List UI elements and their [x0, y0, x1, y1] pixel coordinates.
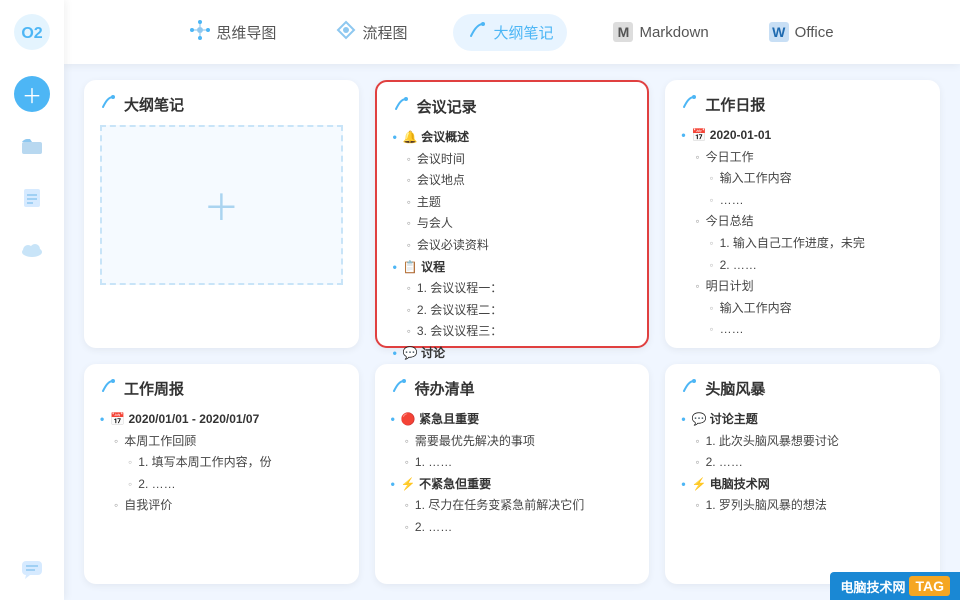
outline-item: 会议时间 — [393, 149, 632, 171]
nav-mindmap-label: 思维导图 — [216, 22, 276, 43]
card-outline-brainstorm: 💬 讨论主题1. 此次头脑风暴想要讨论2. ……⚡ 电脑技术网1. 罗列头脑风暴… — [681, 409, 924, 517]
office-icon: W — [769, 22, 789, 42]
card-icon-meeting — [393, 96, 409, 117]
card-icon-new-note — [100, 94, 116, 115]
outline-item: 1. 尽力在任务变紧急前解决它们 — [391, 495, 634, 517]
flowchart-icon — [336, 20, 356, 45]
outline-item: 明日计划 — [681, 276, 924, 298]
card-title-new-note: 大纲笔记 — [124, 94, 184, 115]
card-outline-todo: 🔴 紧急且重要需要最优先解决的事项1. ……⚡ 不紧急但重要1. 尽力在任务变紧… — [391, 409, 634, 539]
outline-item: 自我评价 — [100, 495, 343, 517]
outline-item: 🔴 紧急且重要 — [391, 409, 634, 431]
card-title-work-diary: 工作日报 — [705, 94, 765, 115]
outline-item: 🔔 会议概述 — [393, 127, 632, 149]
outline-item: 会议必读资料 — [393, 235, 632, 257]
outline-item: 1. 填写本周工作内容，份 — [100, 452, 343, 474]
outline-item: 今日工作 — [681, 147, 924, 169]
card-outline-work-diary: 📅 2020-01-01今日工作输入工作内容……今日总结1. 输入自己工作进度，… — [681, 125, 924, 341]
svg-text:O2: O2 — [21, 25, 42, 42]
document-button[interactable] — [14, 180, 50, 216]
outline-item: 📅 2020-01-01 — [681, 125, 924, 147]
app-logo[interactable]: O2 — [12, 12, 52, 52]
card-title-work-weekly: 工作周报 — [124, 378, 184, 399]
card-work-diary[interactable]: 工作日报📅 2020-01-01今日工作输入工作内容……今日总结1. 输入自己工… — [665, 80, 940, 348]
card-work-weekly[interactable]: 工作周报 📅 2020/01/01 - 2020/01/07本周工作回顾1. 填写… — [84, 364, 359, 584]
nav-markdown[interactable]: M Markdown — [599, 16, 722, 48]
outline-item: 3. 会议议程三： — [393, 321, 632, 343]
outline-item: 今日总结 — [681, 211, 924, 233]
outline-item: 1. 此次头脑风暴想要讨论 — [681, 431, 924, 453]
outline-item: 输入工作内容 — [681, 298, 924, 320]
watermark: 电脑技术网 TAG — [830, 572, 960, 600]
card-header-todo: 待办清单 — [391, 378, 634, 399]
outline-item: 1. 罗列头脑风暴的想法 — [681, 495, 924, 517]
card-brainstorm[interactable]: 头脑风暴 💬 讨论主题1. 此次头脑风暴想要讨论2. ……⚡ 电脑技术网1. 罗列… — [665, 364, 940, 584]
outline-item: ⚡ 不紧急但重要 — [391, 474, 634, 496]
outline-item: 2. …… — [681, 452, 924, 474]
mindmap-icon — [190, 20, 210, 45]
card-header-work-weekly: 工作周报 — [100, 378, 343, 399]
nav-outline-label: 大纲笔记 — [493, 22, 553, 43]
card-header-work-diary: 工作日报 — [681, 94, 924, 115]
cloud-button[interactable] — [14, 232, 50, 268]
main-area: 思维导图 流程图 大纲笔记 M Markdown — [64, 0, 960, 600]
markdown-icon: M — [613, 22, 633, 42]
nav-office-label: Office — [795, 24, 834, 41]
nav-flowchart-label: 流程图 — [362, 22, 407, 43]
card-title-meeting: 会议记录 — [417, 96, 477, 117]
chat-button[interactable] — [14, 552, 50, 588]
outline-item: 本周工作回顾 — [100, 431, 343, 453]
card-new-note[interactable]: 大纲笔记 ＋ — [84, 80, 359, 348]
card-outline-work-weekly: 📅 2020/01/01 - 2020/01/07本周工作回顾1. 填写本周工作… — [100, 409, 343, 517]
card-header-new-note: 大纲笔记 — [100, 94, 343, 115]
watermark-tag: TAG — [909, 576, 950, 596]
plus-icon: ＋ — [203, 179, 239, 231]
outline-item: 主题 — [393, 192, 632, 214]
outline-item: 会议地点 — [393, 170, 632, 192]
new-card-body[interactable]: ＋ — [100, 125, 343, 285]
card-outline-meeting: 🔔 会议概述会议时间会议地点主题与会人会议必读资料📋 议程1. 会议议程一：2.… — [393, 127, 632, 365]
outline-item: 1. …… — [391, 452, 634, 474]
watermark-site: 电脑技术网 — [840, 577, 905, 596]
outline-item: 2. 会议议程二： — [393, 300, 632, 322]
nav-office[interactable]: W Office — [755, 16, 848, 48]
outline-icon — [467, 20, 487, 45]
outline-item: 💬 讨论主题 — [681, 409, 924, 431]
folder-button[interactable] — [14, 128, 50, 164]
outline-item: 需要最优先解决的事项 — [391, 431, 634, 453]
outline-item: 2. …… — [681, 255, 924, 277]
card-header-meeting: 会议记录 — [393, 96, 632, 117]
outline-item: 2. …… — [391, 517, 634, 539]
card-icon-work-weekly — [100, 378, 116, 399]
outline-item: 📅 2020/01/01 - 2020/01/07 — [100, 409, 343, 431]
card-title-brainstorm: 头脑风暴 — [705, 378, 765, 399]
add-button[interactable]: ＋ — [14, 76, 50, 112]
outline-item: 1. 输入自己工作进度，未完 — [681, 233, 924, 255]
outline-item: …… — [681, 319, 924, 341]
outline-item: 输入工作内容 — [681, 168, 924, 190]
sidebar: O2 ＋ — [0, 0, 64, 600]
nav-outline[interactable]: 大纲笔记 — [453, 14, 567, 51]
card-meeting[interactable]: 会议记录 🔔 会议概述会议时间会议地点主题与会人会议必读资料📋 议程1. 会议议程… — [375, 80, 650, 348]
nav-markdown-label: Markdown — [639, 24, 708, 41]
nav-flowchart[interactable]: 流程图 — [322, 14, 421, 51]
outline-item: 2. …… — [100, 474, 343, 496]
outline-item: …… — [681, 190, 924, 212]
card-title-todo: 待办清单 — [415, 378, 475, 399]
outline-item: 💬 讨论 — [393, 343, 632, 365]
card-header-brainstorm: 头脑风暴 — [681, 378, 924, 399]
top-navigation: 思维导图 流程图 大纲笔记 M Markdown — [64, 0, 960, 64]
card-icon-work-diary — [681, 94, 697, 115]
nav-mindmap[interactable]: 思维导图 — [176, 14, 290, 51]
card-todo[interactable]: 待办清单 🔴 紧急且重要需要最优先解决的事项1. ……⚡ 不紧急但重要1. 尽力在… — [375, 364, 650, 584]
card-icon-todo — [391, 378, 407, 399]
outline-item: ⚡ 电脑技术网 — [681, 474, 924, 496]
card-icon-brainstorm — [681, 378, 697, 399]
outline-item: 📋 议程 — [393, 257, 632, 279]
cards-grid: 大纲笔记＋ 会议记录🔔 会议概述会议时间会议地点主题与会人会议必读资料📋 议程1… — [64, 64, 960, 600]
outline-item: 1. 会议议程一： — [393, 278, 632, 300]
outline-item: 与会人 — [393, 213, 632, 235]
